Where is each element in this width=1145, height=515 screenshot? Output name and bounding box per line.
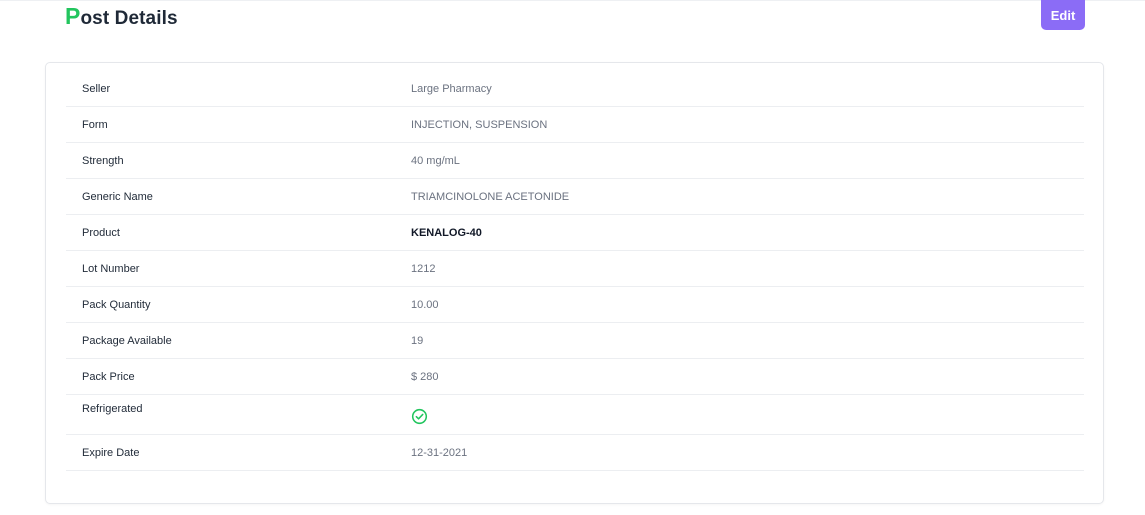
detail-label: Pack Price: [82, 370, 135, 383]
details-list: Seller Large Pharmacy Form INJECTION, SU…: [66, 71, 1084, 471]
detail-value: 40 mg/mL: [411, 154, 460, 167]
detail-value: 10.00: [411, 298, 439, 311]
detail-label: Seller: [82, 82, 111, 95]
detail-value: INJECTION, SUSPENSION: [411, 118, 548, 131]
edit-button[interactable]: Edit: [1041, 0, 1085, 30]
detail-label: Lot Number: [82, 262, 140, 275]
detail-row-pack-quantity: Pack Quantity 10.00: [66, 287, 1084, 323]
page-title: Post Details: [65, 3, 178, 30]
detail-label: Refrigerated: [82, 403, 143, 415]
page-title-initial: P: [65, 3, 81, 29]
detail-value: 1212: [411, 262, 436, 275]
detail-label: Form: [82, 118, 108, 131]
detail-value: KENALOG-40: [411, 226, 482, 239]
detail-value: 19: [411, 334, 424, 347]
detail-row-product: Product KENALOG-40: [66, 215, 1084, 251]
detail-row-package-available: Package Available 19: [66, 323, 1084, 359]
detail-row-seller: Seller Large Pharmacy: [66, 71, 1084, 107]
check-circle-icon: [411, 408, 428, 425]
detail-row-expire-date: Expire Date 12-31-2021: [66, 435, 1084, 471]
detail-label: Generic Name: [82, 190, 153, 203]
detail-row-lot-number: Lot Number 1212: [66, 251, 1084, 287]
page-header: Post Details Edit: [0, 0, 1145, 40]
detail-value: $ 280: [411, 370, 439, 383]
detail-label: Strength: [82, 154, 124, 167]
detail-label: Product: [82, 226, 120, 239]
detail-row-strength: Strength 40 mg/mL: [66, 143, 1084, 179]
detail-row-pack-price: Pack Price $ 280: [66, 359, 1084, 395]
post-details-card: Seller Large Pharmacy Form INJECTION, SU…: [45, 62, 1104, 504]
detail-label: Pack Quantity: [82, 298, 151, 311]
detail-row-refrigerated: Refrigerated: [66, 395, 1084, 435]
detail-value: 12-31-2021: [411, 446, 468, 459]
detail-value: TRIAMCINOLONE ACETONIDE: [411, 190, 570, 203]
detail-label: Package Available: [82, 334, 172, 347]
detail-label: Expire Date: [82, 446, 140, 459]
detail-value: Large Pharmacy: [411, 82, 492, 95]
detail-row-generic-name: Generic Name TRIAMCINOLONE ACETONIDE: [66, 179, 1084, 215]
detail-row-form: Form INJECTION, SUSPENSION: [66, 107, 1084, 143]
page-title-text: ost Details: [80, 8, 178, 29]
